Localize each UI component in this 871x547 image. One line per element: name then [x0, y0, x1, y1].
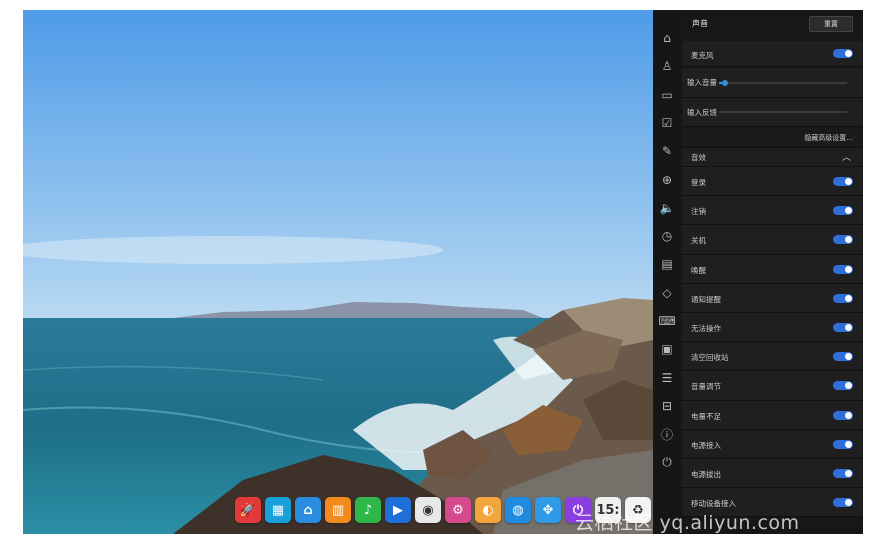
input-feedback-meter: [719, 111, 847, 113]
effect-label: 电量不足: [691, 411, 721, 421]
hide-advanced-link[interactable]: 隐藏高级设置...: [804, 133, 853, 143]
effect-row: 注销: [682, 196, 863, 226]
system-info-icon[interactable]: ☰: [659, 370, 675, 386]
sound-settings: 声音 重置 麦克风 输入音量 输入反馈 隐藏高级设置... 音效 ︿ 登录 注销…: [682, 10, 863, 534]
keyboard-icon[interactable]: ⌨: [658, 313, 675, 329]
multitasking-icon[interactable]: ▦: [265, 497, 291, 523]
input-feedback-label: 输入反馈: [687, 108, 717, 117]
page-title: 声音: [692, 19, 708, 28]
power-icon[interactable]: ▤: [659, 256, 675, 272]
effect-toggle[interactable]: [833, 498, 853, 508]
display-icon[interactable]: ▭: [659, 87, 675, 103]
effect-row: 电源接入: [682, 429, 863, 459]
effect-label: 清空回收站: [691, 353, 729, 363]
microphone-label: 麦克风: [691, 51, 714, 60]
chevron-up-icon: ︿: [841, 153, 851, 163]
effect-toggle[interactable]: [833, 469, 853, 478]
effect-toggle[interactable]: [833, 264, 853, 274]
effect-label: 电源拔出: [691, 470, 721, 479]
deepin-icon[interactable]: ◐: [475, 497, 501, 523]
effect-toggle[interactable]: [833, 381, 853, 391]
browser-icon[interactable]: ◍: [505, 497, 531, 523]
control-center-panel: ⌂ ♙ ▭ ☑ ✎ ⊕ 🔈 ◷ ▤ ◇ ⌨ ▣ ☰ ⊟ ⓘ ⏻ 声音 重置 麦克风 输入音量 输入反馈: [653, 10, 863, 534]
microphone-row: 麦克风: [682, 41, 863, 67]
input-feedback-row: 输入反馈: [682, 98, 863, 127]
effect-toggle[interactable]: [833, 177, 853, 186]
effect-label: 通知提醒: [691, 294, 721, 304]
effect-row: 电量不足: [682, 400, 863, 430]
app-store-icon[interactable]: ▥: [325, 497, 351, 523]
shutdown-icon[interactable]: ⏻: [659, 455, 675, 471]
info-icon[interactable]: ⓘ: [659, 426, 675, 442]
effect-label: 音量调节: [691, 382, 721, 392]
input-volume-row: 输入音量: [682, 68, 863, 98]
network-icon[interactable]: ⊕: [659, 172, 675, 188]
mouse-icon[interactable]: ◇: [659, 285, 675, 301]
desktop-screen: 🚀 ▦ ⌂ ▥ ♪ ▶ ◉ ⚙ ◐ ◍ ✥ ⏻ 15: ♻ ⌂ ♙ ▭ ☑ ✎ ⊕ 🔈 ◷ ▤ ◇ ⌨ ▣ ☰ ⊟ ⓘ ⏻ 声音 重置 …: [23, 10, 863, 534]
effect-toggle[interactable]: [833, 323, 853, 332]
music-icon[interactable]: ♪: [355, 497, 381, 523]
settings-icon[interactable]: ⚙: [445, 497, 471, 523]
effect-row: 登录: [682, 167, 863, 197]
effect-toggle[interactable]: [833, 206, 853, 216]
home-icon[interactable]: ⌂: [659, 30, 675, 46]
effect-row: 通知提醒: [682, 283, 863, 313]
effect-label: 关机: [691, 236, 706, 246]
effects-section-header[interactable]: 音效 ︿: [682, 148, 863, 167]
effect-row: 音量调节: [682, 371, 863, 401]
effect-row: 清空回收站: [682, 342, 863, 372]
chrome-icon[interactable]: ◉: [415, 497, 441, 523]
sound-icon[interactable]: 🔈: [659, 200, 675, 216]
reset-button[interactable]: 重置: [809, 16, 853, 32]
default-apps-icon[interactable]: ☑: [659, 115, 675, 131]
advanced-row: 隐藏高级设置...: [682, 128, 863, 148]
more-icon[interactable]: ⊟: [659, 398, 675, 414]
effect-label: 电源接入: [691, 440, 721, 450]
personalization-icon[interactable]: ✎: [659, 143, 675, 159]
launcher-icon[interactable]: 🚀: [235, 497, 261, 523]
effect-row: 电源拔出: [682, 459, 863, 489]
app-grid-icon[interactable]: ✥: [535, 497, 561, 523]
effect-label: 唤醒: [691, 265, 706, 275]
time-icon[interactable]: ◷: [659, 228, 675, 244]
effect-toggle[interactable]: [833, 439, 853, 449]
input-volume-label: 输入音量: [687, 78, 717, 87]
video-player-icon[interactable]: ▶: [385, 497, 411, 523]
effect-label: 注销: [691, 207, 706, 217]
control-center-nav: ⌂ ♙ ▭ ☑ ✎ ⊕ 🔈 ◷ ▤ ◇ ⌨ ▣ ☰ ⊟ ⓘ ⏻: [653, 10, 682, 534]
settings-header: 声音 重置: [682, 10, 863, 37]
effect-toggle[interactable]: [833, 352, 853, 362]
effect-label: 无法操作: [691, 324, 721, 333]
file-manager-icon[interactable]: ⌂: [295, 497, 321, 523]
account-icon[interactable]: ♙: [659, 58, 675, 74]
effect-row: 无法操作: [682, 313, 863, 343]
effect-toggle[interactable]: [833, 235, 853, 245]
input-volume-knob[interactable]: [722, 80, 729, 86]
input-volume-slider[interactable]: [719, 80, 847, 86]
microphone-toggle[interactable]: [833, 49, 853, 58]
effect-toggle[interactable]: [833, 410, 853, 420]
update-icon[interactable]: ▣: [659, 341, 675, 357]
effect-row: 唤醒: [682, 254, 863, 284]
effect-label: 登录: [691, 178, 706, 187]
effect-row: 关机: [682, 225, 863, 255]
desktop-wallpaper: [23, 10, 653, 534]
effects-section-label: 音效: [691, 153, 706, 162]
effect-toggle[interactable]: [833, 293, 853, 303]
watermark: 云栖社区 yq.aliyun.com: [575, 512, 800, 534]
